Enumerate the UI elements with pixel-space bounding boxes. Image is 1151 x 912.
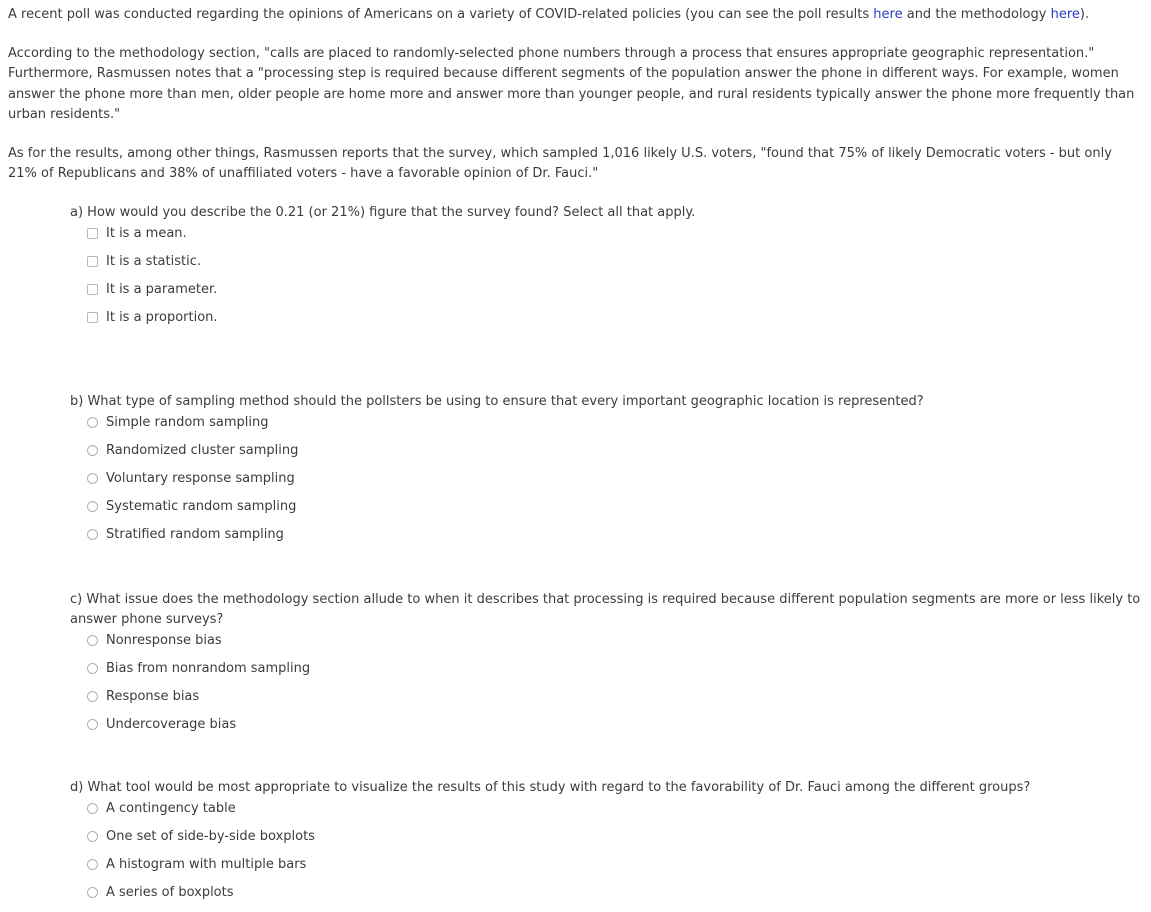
option-d-4-label: A series of boxplots — [106, 884, 234, 900]
option-d-2-label: One set of side-by-side boxplots — [106, 828, 315, 844]
question-a-prompt: a) How would you describe the 0.21 (or 2… — [70, 204, 696, 220]
intro-text-between-links: and the methodology — [902, 7, 1051, 22]
option-d-3[interactable]: A histogram with multiple bars — [62, 856, 1143, 884]
exercise-page: A recent poll was conducted regarding th… — [0, 0, 1151, 912]
checkbox-a-2[interactable] — [87, 255, 98, 267]
option-c-2-label: Bias from nonrandom sampling — [106, 660, 311, 676]
option-c-3-label: Response bias — [106, 688, 200, 704]
radio-c-1[interactable] — [87, 634, 98, 646]
intro-text-before-poll-link: A recent poll was conducted regarding th… — [8, 7, 874, 22]
option-c-4[interactable]: Undercoverage bias — [62, 716, 1143, 744]
radio-b-4[interactable] — [87, 500, 98, 512]
spacer-c-d — [62, 744, 1143, 778]
intro-paragraph-2: According to the methodology section, "c… — [8, 45, 1135, 123]
radio-c-4[interactable] — [87, 718, 98, 730]
option-b-3[interactable]: Voluntary response sampling — [62, 470, 1143, 498]
option-b-5[interactable]: Stratified random sampling — [62, 526, 1143, 554]
radio-d-1[interactable] — [87, 802, 98, 814]
methodology-link[interactable]: here — [1051, 7, 1080, 22]
option-b-2[interactable]: Randomized cluster sampling — [62, 442, 1143, 470]
spacer-a-b — [62, 337, 1143, 392]
radio-d-3[interactable] — [87, 858, 98, 870]
radio-b-5[interactable] — [87, 528, 98, 540]
question-b: b) What type of sampling method should t… — [62, 392, 1143, 554]
option-d-3-label: A histogram with multiple bars — [106, 856, 307, 872]
option-d-1-label: A contingency table — [106, 800, 236, 816]
questions-container: a) How would you describe the 0.21 (or 2… — [8, 203, 1143, 912]
option-c-2[interactable]: Bias from nonrandom sampling — [62, 660, 1143, 688]
option-b-1[interactable]: Simple random sampling — [62, 414, 1143, 442]
spacer-b-c — [62, 554, 1143, 590]
option-a-2-label: It is a statistic. — [106, 253, 201, 269]
question-a-options: It is a mean. It is a statistic. It is a… — [62, 225, 1143, 337]
poll-results-link[interactable]: here — [873, 7, 902, 22]
question-d-prompt: d) What tool would be most appropriate t… — [70, 779, 1031, 795]
radio-b-3[interactable] — [87, 472, 98, 484]
option-c-4-label: Undercoverage bias — [106, 716, 237, 732]
radio-d-2[interactable] — [87, 830, 98, 842]
option-d-4[interactable]: A series of boxplots — [62, 884, 1143, 912]
radio-b-2[interactable] — [87, 444, 98, 456]
option-a-3[interactable]: It is a parameter. — [62, 281, 1143, 309]
question-d-options: A contingency table One set of side-by-s… — [62, 800, 1143, 912]
question-c-prompt: c) What issue does the methodology secti… — [70, 591, 1141, 627]
option-b-1-label: Simple random sampling — [106, 414, 269, 430]
radio-c-2[interactable] — [87, 662, 98, 674]
option-a-1-label: It is a mean. — [106, 225, 187, 241]
intro-text-after-links: ). — [1079, 7, 1090, 22]
option-d-1[interactable]: A contingency table — [62, 800, 1143, 828]
option-b-4-label: Systematic random sampling — [106, 498, 297, 514]
option-c-1[interactable]: Nonresponse bias — [62, 632, 1143, 660]
option-a-3-label: It is a parameter. — [106, 281, 218, 297]
option-c-3[interactable]: Response bias — [62, 688, 1143, 716]
option-b-5-label: Stratified random sampling — [106, 526, 284, 542]
option-b-4[interactable]: Systematic random sampling — [62, 498, 1143, 526]
question-b-prompt: b) What type of sampling method should t… — [70, 393, 924, 409]
question-c: c) What issue does the methodology secti… — [62, 590, 1143, 744]
radio-c-3[interactable] — [87, 690, 98, 702]
option-a-1[interactable]: It is a mean. — [62, 225, 1143, 253]
intro-paragraph-1: A recent poll was conducted regarding th… — [8, 5, 1143, 26]
option-a-4-label: It is a proportion. — [106, 309, 218, 325]
option-b-3-label: Voluntary response sampling — [106, 470, 295, 486]
checkbox-a-1[interactable] — [87, 227, 98, 239]
option-a-2[interactable]: It is a statistic. — [62, 253, 1143, 281]
option-b-2-label: Randomized cluster sampling — [106, 442, 299, 458]
radio-b-1[interactable] — [87, 416, 98, 428]
checkbox-a-3[interactable] — [87, 283, 98, 295]
question-d: d) What tool would be most appropriate t… — [62, 778, 1143, 912]
question-b-options: Simple random sampling Randomized cluste… — [62, 414, 1143, 554]
intro-paragraph-3: As for the results, among other things, … — [8, 145, 1112, 182]
checkbox-a-4[interactable] — [87, 311, 98, 323]
option-d-2[interactable]: One set of side-by-side boxplots — [62, 828, 1143, 856]
option-a-4[interactable]: It is a proportion. — [62, 309, 1143, 337]
question-c-options: Nonresponse bias Bias from nonrandom sam… — [62, 632, 1143, 744]
radio-d-4[interactable] — [87, 886, 98, 898]
question-a: a) How would you describe the 0.21 (or 2… — [62, 203, 1143, 337]
option-c-1-label: Nonresponse bias — [106, 632, 222, 648]
